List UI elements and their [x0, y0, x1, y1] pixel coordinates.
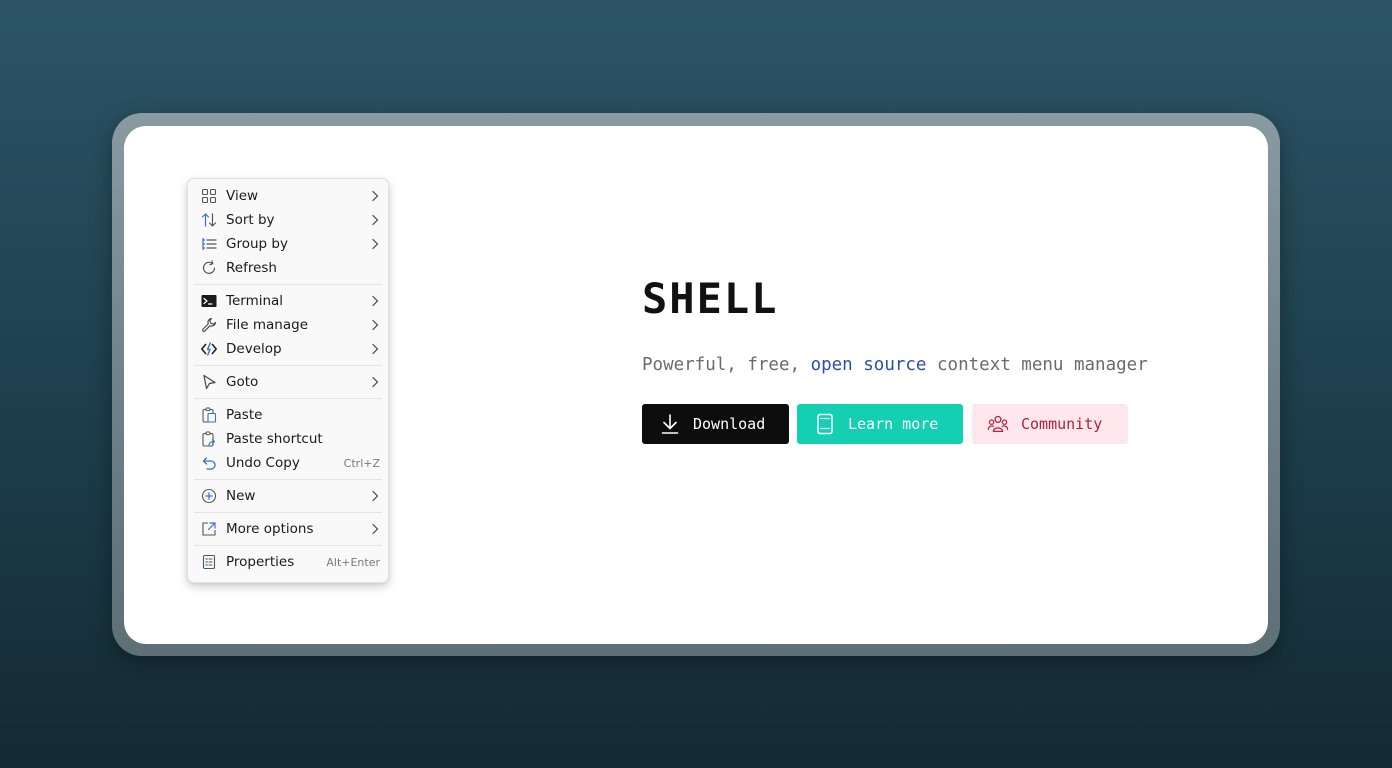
page-title: SHELL	[642, 274, 779, 323]
menu-separator	[194, 512, 382, 513]
menu-item-view[interactable]: View	[188, 184, 388, 208]
menu-item-label: Undo Copy	[226, 455, 300, 471]
menu-item-properties[interactable]: Properties Alt+Enter	[188, 550, 388, 574]
chevron-right-icon	[370, 522, 380, 536]
chevron-right-icon	[370, 294, 380, 308]
refresh-icon	[200, 259, 218, 277]
menu-item-label: More options	[226, 521, 314, 537]
menu-item-sort-by[interactable]: Sort by	[188, 208, 388, 232]
chevron-right-icon	[370, 237, 380, 251]
chevron-right-icon	[370, 213, 380, 227]
paste-shortcut-icon	[200, 430, 218, 448]
menu-separator	[194, 365, 382, 366]
menu-item-group-by[interactable]: Group by	[188, 232, 388, 256]
subtitle-accent-text: open source	[810, 355, 927, 375]
menu-item-label: Terminal	[226, 293, 284, 309]
chevron-right-icon	[370, 375, 380, 389]
menu-separator	[194, 545, 382, 546]
menu-item-label: Goto	[226, 374, 259, 390]
menu-item-label: View	[226, 188, 259, 204]
chevron-right-icon	[370, 318, 380, 332]
context-menu: View Sort by Group by Refresh Terminal File m…	[187, 178, 389, 583]
list-icon	[200, 235, 218, 253]
menu-item-more-options[interactable]: More options	[188, 517, 388, 541]
subtitle-text-start: Powerful, free,	[642, 355, 811, 375]
undo-icon	[200, 454, 218, 472]
download-button-label: Download	[693, 415, 766, 433]
page-subtitle: Powerful, free, open source context menu…	[642, 355, 1148, 375]
menu-item-new[interactable]: New	[188, 484, 388, 508]
menu-item-label: Properties	[226, 554, 295, 570]
menu-item-paste-shortcut[interactable]: Paste shortcut	[188, 427, 388, 451]
menu-item-label: Paste shortcut	[226, 431, 323, 447]
menu-item-paste[interactable]: Paste	[188, 403, 388, 427]
hero-card: View Sort by Group by Refresh Terminal File m…	[124, 126, 1268, 644]
menu-item-label: Group by	[226, 236, 288, 252]
properties-icon	[200, 553, 218, 571]
paste-icon	[200, 406, 218, 424]
wrench-icon	[200, 316, 218, 334]
chevron-right-icon	[370, 489, 380, 503]
external-icon	[200, 520, 218, 538]
menu-separator	[194, 284, 382, 285]
menu-item-shortcut: Ctrl+Z	[343, 456, 380, 470]
download-icon	[659, 413, 681, 435]
learn-more-button[interactable]: Learn more	[797, 404, 963, 444]
book-icon	[814, 413, 836, 435]
code-icon	[200, 340, 218, 358]
menu-item-goto[interactable]: Goto	[188, 370, 388, 394]
menu-item-undo-copy[interactable]: Undo Copy Ctrl+Z	[188, 451, 388, 475]
terminal-icon	[200, 292, 218, 310]
menu-item-develop[interactable]: Develop	[188, 337, 388, 361]
community-button[interactable]: Community	[972, 404, 1128, 444]
chevron-right-icon	[370, 342, 380, 356]
menu-separator	[194, 398, 382, 399]
menu-item-refresh[interactable]: Refresh	[188, 256, 388, 280]
menu-item-label: Sort by	[226, 212, 275, 228]
community-button-label: Community	[1021, 415, 1103, 433]
menu-item-shortcut: Alt+Enter	[326, 555, 380, 569]
learn-more-button-label: Learn more	[848, 415, 939, 433]
menu-item-label: Develop	[226, 341, 282, 357]
grid-icon	[200, 187, 218, 205]
menu-item-label: Paste	[226, 407, 263, 423]
menu-item-label: New	[226, 488, 256, 504]
plus-circle-icon	[200, 487, 218, 505]
people-icon	[987, 413, 1009, 435]
subtitle-text-end: context menu manager	[926, 355, 1148, 375]
menu-item-file-manage[interactable]: File manage	[188, 313, 388, 337]
menu-separator	[194, 479, 382, 480]
pointer-icon	[200, 373, 218, 391]
sort-arrows-icon	[200, 211, 218, 229]
chevron-right-icon	[370, 189, 380, 203]
download-button[interactable]: Download	[642, 404, 789, 444]
menu-item-label: File manage	[226, 317, 309, 333]
menu-item-label: Refresh	[226, 260, 277, 276]
menu-item-terminal[interactable]: Terminal	[188, 289, 388, 313]
